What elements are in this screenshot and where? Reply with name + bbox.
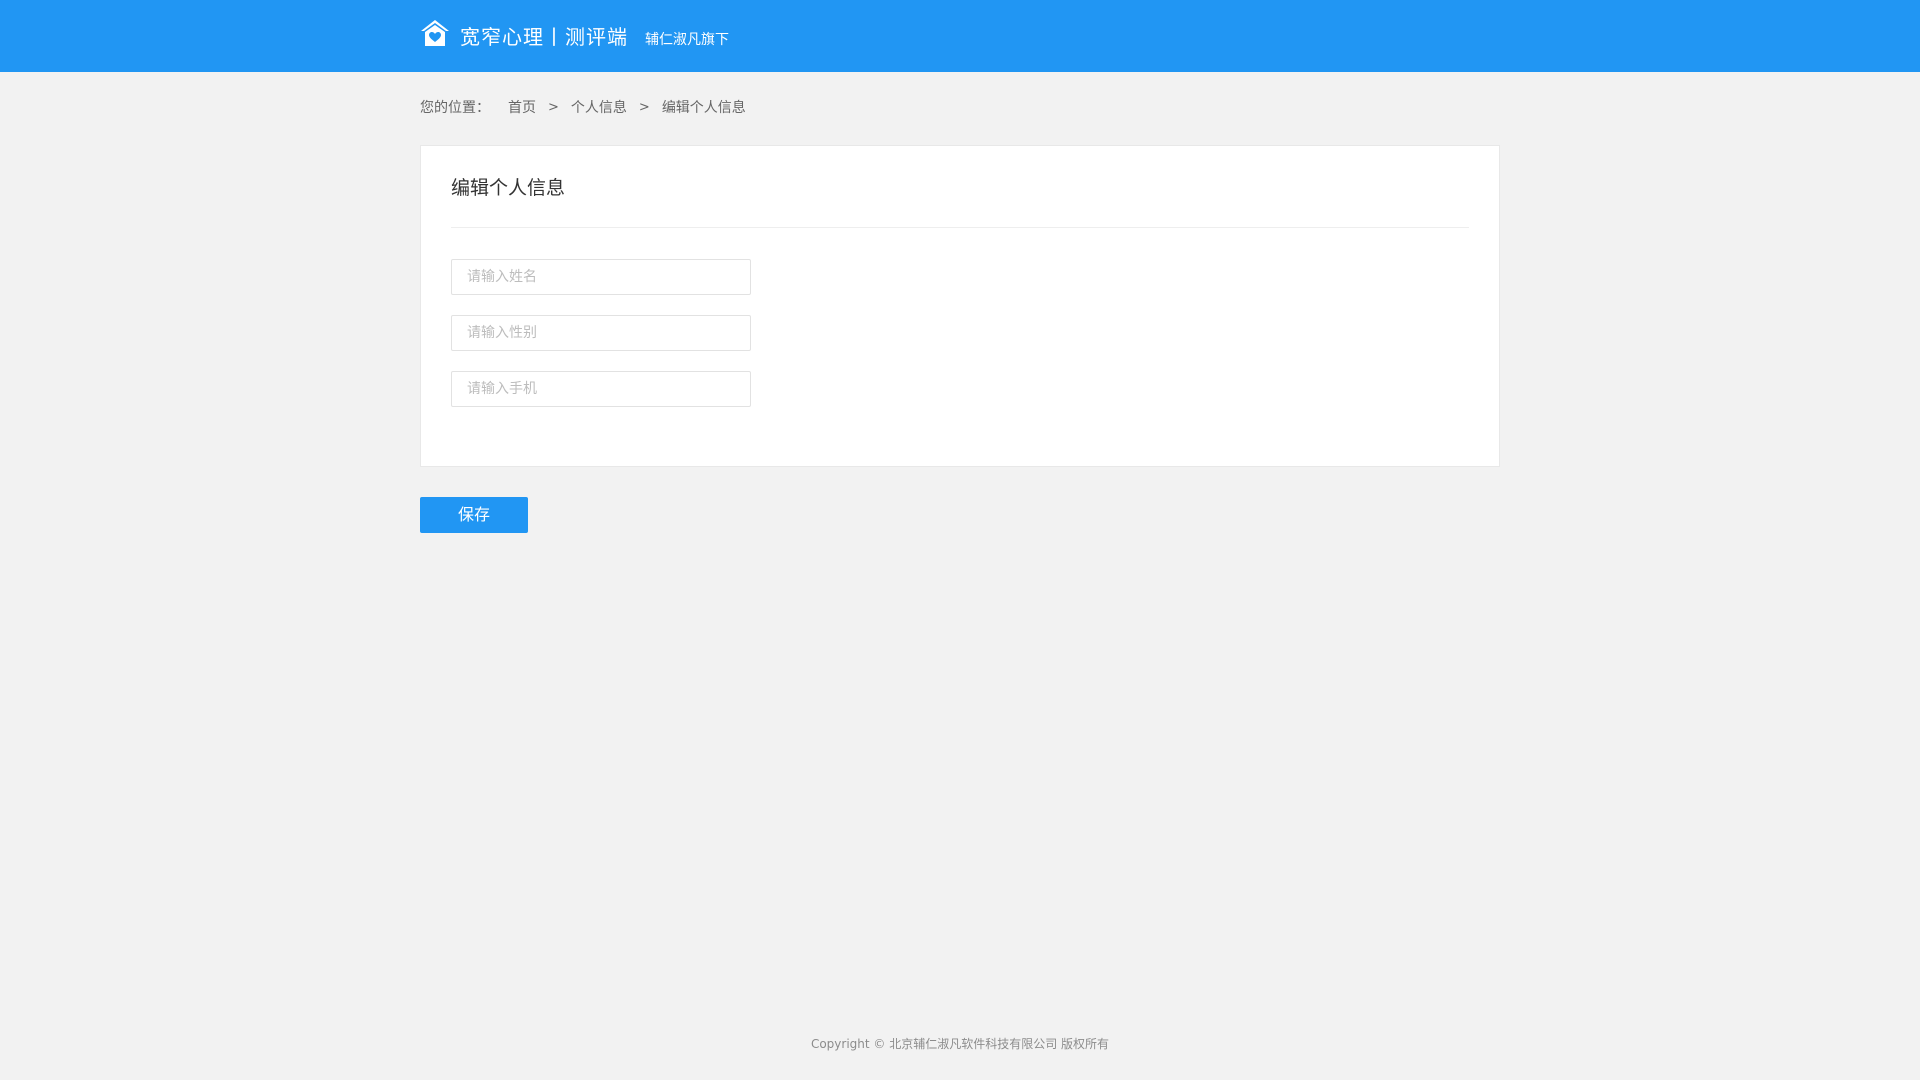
- edit-profile-card: 编辑个人信息: [420, 145, 1500, 467]
- breadcrumb-prefix: 您的位置：: [420, 100, 490, 116]
- top-header: 宽窄心理丨测评端 辅仁淑凡旗下: [0, 0, 1920, 72]
- breadcrumb: 您的位置： 首页 > 个人信息 > 编辑个人信息: [420, 96, 746, 120]
- house-heart-icon[interactable]: [420, 19, 450, 47]
- chevron-right-icon: >: [548, 100, 559, 115]
- footer-copyright: Copyright © 北京辅仁淑凡软件科技有限公司 版权所有: [810, 1037, 1110, 1051]
- name-input[interactable]: [451, 259, 751, 295]
- brand-title[interactable]: 宽窄心理丨测评端: [460, 20, 628, 54]
- gender-input[interactable]: [451, 315, 751, 351]
- page-title: 编辑个人信息: [451, 177, 566, 199]
- title-divider: [451, 227, 1469, 228]
- chevron-right-icon: >: [638, 100, 650, 115]
- breadcrumb-profile-link[interactable]: 个人信息: [571, 96, 627, 120]
- phone-input[interactable]: [451, 371, 751, 407]
- save-button[interactable]: 保存: [420, 497, 528, 533]
- breadcrumb-current: 编辑个人信息: [661, 100, 746, 116]
- breadcrumb-home-link[interactable]: 首页: [508, 96, 536, 120]
- sub-brand-text: 辅仁淑凡旗下: [645, 32, 729, 48]
